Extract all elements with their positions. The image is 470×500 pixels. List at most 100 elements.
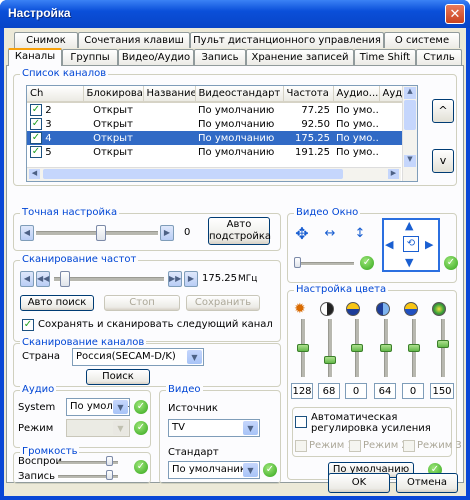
scan-prev-fast-button[interactable]: ◀◀ bbox=[36, 271, 50, 287]
move-arrows-icon[interactable]: ✥ bbox=[290, 224, 314, 246]
scan-next-button[interactable]: ▶ bbox=[184, 271, 198, 287]
channel-checkbox[interactable]: ✓ bbox=[30, 104, 42, 116]
tab-hotkeys[interactable]: Сочетания клавиш bbox=[78, 32, 190, 48]
fine-left-button[interactable]: ◀ bbox=[20, 225, 34, 241]
audio-mode-select[interactable]: ▼ bbox=[66, 419, 130, 437]
search-button[interactable]: Поиск bbox=[86, 369, 150, 385]
fine-thumb[interactable] bbox=[96, 225, 106, 241]
col-audio[interactable]: Аудио... bbox=[333, 86, 380, 103]
save-scan-checkbox[interactable]: ✓ bbox=[22, 319, 34, 331]
channel-table-view[interactable]: Ch Блокирова... Название Видеостандарт Ч… bbox=[26, 85, 418, 182]
scroll-thumb-v[interactable] bbox=[404, 100, 416, 130]
table-row[interactable]: ✓ 2 Открыт По умолчанию 77.25 По умо... bbox=[27, 102, 417, 117]
scroll-right-icon[interactable]: ▶ bbox=[388, 169, 399, 179]
move-down-button[interactable]: v bbox=[432, 149, 454, 173]
move-up-button[interactable]: ^ bbox=[432, 99, 454, 123]
close-button[interactable]: ✕ bbox=[445, 4, 465, 24]
table-row[interactable]: ✓ 5 Открыт По умолчанию 191.25 По умо... bbox=[27, 145, 417, 159]
vertical-scrollbar[interactable]: ▲ ▼ bbox=[402, 86, 417, 181]
scan-track[interactable] bbox=[54, 277, 164, 282]
hue-slider-thumb[interactable] bbox=[380, 344, 392, 352]
scroll-thumb[interactable] bbox=[43, 169, 343, 179]
scroll-down-icon[interactable]: ▼ bbox=[404, 155, 416, 167]
save-button[interactable]: Сохранить bbox=[186, 295, 260, 311]
col-lock[interactable]: Блокирова... bbox=[83, 86, 144, 103]
video-window-ok-icon[interactable]: ✓ bbox=[360, 256, 374, 270]
arrow-down-icon[interactable]: ▼ bbox=[405, 256, 413, 269]
audio-system-ok-icon[interactable]: ✓ bbox=[134, 400, 148, 414]
tab-time-shift[interactable]: Time Shift bbox=[354, 49, 416, 65]
saturation-slider-thumb[interactable] bbox=[351, 344, 363, 352]
agc-mode2-checkbox[interactable] bbox=[349, 440, 361, 452]
agc-mode1-checkbox[interactable] bbox=[295, 440, 307, 452]
table-row[interactable]: ✓ 3 Открыт По умолчанию 92.50 По умо... bbox=[27, 117, 417, 131]
channel-checkbox[interactable]: ✓ bbox=[30, 146, 42, 158]
auto-search-button[interactable]: Авто поиск bbox=[20, 295, 94, 311]
tab-about[interactable]: О системе bbox=[384, 32, 460, 48]
video-ok-icon[interactable]: ✓ bbox=[263, 463, 277, 477]
scroll-left-icon[interactable]: ◀ bbox=[29, 169, 40, 179]
agc-mode3-checkbox[interactable] bbox=[403, 440, 415, 452]
tab-style[interactable]: Стиль bbox=[416, 49, 462, 65]
gamma-slider-thumb[interactable] bbox=[437, 339, 449, 348]
country-label: Страна bbox=[22, 351, 60, 362]
fine-right-button[interactable]: ▶ bbox=[160, 225, 174, 241]
position-pad[interactable]: ▲ ▼ ◀ ▶ ⟲ bbox=[382, 218, 440, 272]
reset-position-icon[interactable]: ⟲ bbox=[403, 236, 419, 252]
gamma-value[interactable]: 150 bbox=[430, 383, 454, 399]
brightness-slider-thumb[interactable] bbox=[297, 344, 309, 352]
scan-prev-button[interactable]: ◀ bbox=[20, 271, 34, 287]
brightness-value[interactable]: 128 bbox=[291, 383, 313, 399]
channel-table: Ch Блокирова... Название Видеостандарт Ч… bbox=[27, 86, 417, 159]
tab-record-storage[interactable]: Хранение записей bbox=[246, 49, 354, 65]
contrast-slider-track[interactable] bbox=[328, 319, 333, 377]
ok-button[interactable]: OK bbox=[328, 473, 390, 493]
arrow-up-icon[interactable]: ▲ bbox=[405, 219, 413, 232]
audio-system-select[interactable]: По умолчани ▼ bbox=[66, 398, 130, 416]
channel-checkbox[interactable]: ✓ bbox=[30, 118, 42, 130]
scan-next-fast-button[interactable]: ▶▶ bbox=[168, 271, 182, 287]
tab-remote-control[interactable]: Пульт дистанционного управления bbox=[190, 32, 384, 48]
cancel-button[interactable]: Отмена bbox=[396, 473, 458, 493]
sharpness-value[interactable]: 0 bbox=[402, 383, 424, 399]
col-std[interactable]: Видеостандарт bbox=[195, 86, 284, 103]
video-standard-select[interactable]: По умолчаник ▼ bbox=[168, 461, 260, 479]
tab-groups[interactable]: Группы bbox=[62, 49, 118, 65]
horizontal-scrollbar[interactable]: ◀ ▶ bbox=[27, 167, 401, 181]
hue-value[interactable]: 64 bbox=[374, 383, 396, 399]
scroll-up-icon[interactable]: ▲ bbox=[404, 87, 416, 99]
scan-thumb[interactable] bbox=[60, 271, 70, 287]
rec-volume-thumb[interactable] bbox=[106, 470, 113, 480]
col-name[interactable]: Название bbox=[143, 86, 196, 103]
tab-channels[interactable]: Каналы bbox=[8, 48, 62, 66]
auto-tune-button[interactable]: Авто подстройка bbox=[208, 217, 271, 245]
country-select[interactable]: Россия(SECAM-D/K) ▼ bbox=[72, 348, 204, 366]
audio-mode-ok-icon[interactable]: ✓ bbox=[134, 421, 148, 435]
contrast-slider-thumb[interactable] bbox=[324, 355, 336, 364]
stretch-vertical-icon[interactable]: ↕ bbox=[348, 224, 372, 246]
tab-record[interactable]: Запись bbox=[194, 49, 246, 65]
table-row-selected[interactable]: ✓ 4 Открыт По умолчанию 175.25 По умо... bbox=[27, 131, 417, 145]
agc-checkbox[interactable] bbox=[295, 416, 307, 428]
video-window-track[interactable] bbox=[294, 262, 354, 266]
arrow-right-icon[interactable]: ▶ bbox=[425, 238, 433, 251]
video-source-select[interactable]: TV ▼ bbox=[168, 419, 260, 437]
gamma-icon bbox=[432, 302, 446, 316]
tab-snapshot[interactable]: Снимок bbox=[14, 32, 78, 48]
volume-ok-icon[interactable]: ✓ bbox=[134, 460, 148, 474]
position-ok-icon[interactable]: ✓ bbox=[444, 256, 458, 270]
stop-button[interactable]: Стоп bbox=[104, 295, 180, 311]
channel-checkbox[interactable]: ✓ bbox=[30, 132, 42, 144]
play-volume-thumb[interactable] bbox=[106, 456, 113, 466]
saturation-value[interactable]: 0 bbox=[345, 383, 367, 399]
tab-video-audio[interactable]: Видео/Аудио bbox=[118, 49, 194, 65]
stretch-horizontal-icon[interactable]: ↔ bbox=[318, 224, 342, 246]
arrow-left-icon[interactable]: ◀ bbox=[385, 238, 393, 251]
gamma-slider-track[interactable] bbox=[441, 319, 446, 377]
sharpness-slider-thumb[interactable] bbox=[408, 344, 420, 352]
video-window-thumb[interactable] bbox=[294, 257, 301, 268]
title-bar[interactable]: Настройка ✕ bbox=[0, 0, 470, 28]
contrast-value[interactable]: 68 bbox=[318, 383, 340, 399]
col-ch[interactable]: Ch bbox=[27, 86, 84, 103]
col-freq[interactable]: Частота bbox=[283, 86, 334, 103]
